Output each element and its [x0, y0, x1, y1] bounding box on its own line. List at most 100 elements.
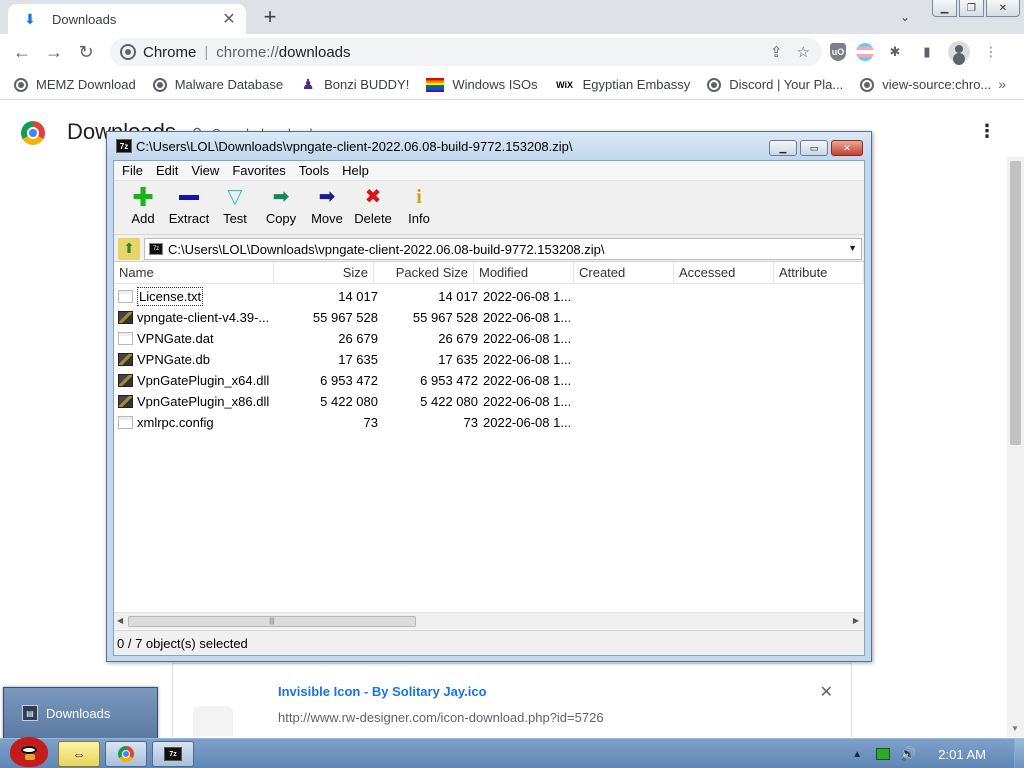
- bookmark-memz[interactable]: MEMZ Download: [14, 77, 136, 92]
- browser-toolbar: ← → ↻ Chrome | chrome://downloads ⇪ ☆ uO…: [0, 34, 1024, 70]
- extract-button[interactable]: Extract: [166, 181, 212, 233]
- 7zip-close-button[interactable]: ✕: [831, 140, 863, 156]
- bookmarks-bar: MEMZ Download Malware Database ♟ Bonzi BU…: [0, 70, 1024, 100]
- taskbar-7zip-button[interactable]: 7z: [152, 741, 194, 767]
- close-window-button[interactable]: ✕: [986, 0, 1020, 17]
- profile-avatar-icon[interactable]: [948, 41, 970, 63]
- bookmark-egyptian-embassy[interactable]: WiX Egyptian Embassy: [555, 77, 691, 93]
- table-row[interactable]: VPNGate.db 17 635 17 635 2022-06-08 1...: [114, 349, 864, 370]
- menu-edit[interactable]: Edit: [156, 163, 178, 178]
- share-icon[interactable]: ⇪: [770, 43, 783, 61]
- table-row[interactable]: xmlrpc.config 73 73 2022-06-08 1...: [114, 412, 864, 433]
- text-file-icon: [118, 332, 133, 345]
- chevron-down-icon[interactable]: ▼: [848, 243, 857, 253]
- taskbar-explorer-button[interactable]: ⇔: [58, 741, 100, 767]
- reload-icon[interactable]: ↻: [74, 40, 98, 64]
- scroll-left-icon[interactable]: ◀: [117, 616, 123, 625]
- bookmark-label: MEMZ Download: [36, 77, 136, 92]
- menu-favorites[interactable]: Favorites: [232, 163, 285, 178]
- folder-up-icon[interactable]: ⬆: [118, 237, 140, 260]
- restore-button[interactable]: ❐: [959, 0, 984, 17]
- omnibox[interactable]: Chrome | chrome://downloads ⇪ ☆: [110, 38, 822, 66]
- page-scrollbar[interactable]: ▼: [1007, 157, 1024, 737]
- 7zip-titlebar[interactable]: 7z C:\Users\LOL\Downloads\vpngate-client…: [107, 132, 871, 160]
- binary-file-icon: [118, 374, 133, 387]
- taskbar-preview[interactable]: ▤ Downloads: [3, 687, 158, 739]
- table-row[interactable]: VpnGatePlugin_x86.dll 5 422 080 5 422 08…: [114, 391, 864, 412]
- bookmark-bonzi[interactable]: ♟ Bonzi BUDDY!: [300, 76, 410, 93]
- side-panel-icon[interactable]: ▮: [916, 40, 938, 64]
- clock[interactable]: 2:01 AM: [938, 747, 986, 762]
- bookmark-label: Bonzi BUDDY!: [324, 77, 410, 92]
- menu-help[interactable]: Help: [342, 163, 369, 178]
- bookmark-windows-isos[interactable]: Windows ISOs: [426, 77, 538, 92]
- globe-icon: [860, 77, 875, 92]
- 7zip-window: 7z C:\Users\LOL\Downloads\vpngate-client…: [106, 131, 872, 662]
- start-button[interactable]: [6, 737, 48, 768]
- file-modified: 2022-06-08 1...: [483, 373, 572, 388]
- taskbar-chrome-button[interactable]: [105, 741, 147, 767]
- file-name: xmlrpc.config: [137, 415, 214, 430]
- info-button[interactable]: i Info: [396, 181, 442, 233]
- bookmark-view-source[interactable]: view-source:chro...: [860, 77, 991, 92]
- delete-button[interactable]: ✖ Delete: [350, 181, 396, 233]
- remove-download-icon[interactable]: ✕: [820, 682, 833, 702]
- 7zip-maximize-button[interactable]: ▭: [800, 140, 828, 156]
- column-size[interactable]: Size: [274, 262, 374, 284]
- horizontal-scrollbar[interactable]: ◀ ||| ▶: [114, 612, 864, 629]
- table-row[interactable]: vpngate-client-v4.39-... 55 967 528 55 9…: [114, 307, 864, 328]
- menu-file[interactable]: File: [122, 163, 143, 178]
- downloads-menu-icon[interactable]: ⋮: [978, 121, 996, 142]
- volume-icon[interactable]: 🔊: [900, 746, 916, 762]
- check-icon: ▽: [227, 186, 243, 208]
- file-size: 73: [363, 415, 378, 430]
- menu-view[interactable]: View: [191, 163, 219, 178]
- column-packed-size[interactable]: Packed Size: [374, 262, 474, 284]
- puzzle-extensions-icon[interactable]: ✱: [884, 40, 906, 64]
- scrollbar-thumb[interactable]: |||: [128, 616, 416, 627]
- add-button[interactable]: ✚ Add: [120, 181, 166, 233]
- bookmark-malware-database[interactable]: Malware Database: [152, 77, 283, 92]
- bookmarks-overflow-button[interactable]: »: [998, 76, 1006, 92]
- file-size: 14 017: [338, 289, 378, 304]
- kebab-menu-icon[interactable]: ⋮: [980, 40, 1002, 64]
- tab-downloads[interactable]: ⬇ Downloads ✕: [8, 4, 246, 34]
- scroll-right-icon[interactable]: ▶: [853, 616, 859, 625]
- row-name: License.txt: [118, 286, 278, 307]
- network-icon[interactable]: [876, 748, 891, 760]
- 7zip-minimize-button[interactable]: ▁: [769, 140, 797, 156]
- table-row[interactable]: License.txt 14 017 14 017 2022-06-08 1..…: [114, 286, 864, 307]
- column-accessed[interactable]: Accessed: [674, 262, 774, 284]
- menu-tools[interactable]: Tools: [299, 163, 329, 178]
- copy-button[interactable]: ➡ Copy: [258, 181, 304, 233]
- back-icon[interactable]: ←: [10, 40, 34, 64]
- ublock-icon[interactable]: uO: [830, 43, 846, 61]
- move-button[interactable]: ➡ Move: [304, 181, 350, 233]
- bookmark-label: Egyptian Embassy: [582, 77, 691, 92]
- column-modified[interactable]: Modified: [474, 262, 574, 284]
- row-name: VpnGatePlugin_x86.dll: [118, 391, 278, 412]
- omnibox-url[interactable]: chrome://downloads: [216, 44, 350, 61]
- table-row[interactable]: VPNGate.dat 26 679 26 679 2022-06-08 1..…: [114, 328, 864, 349]
- scroll-down-icon[interactable]: ▼: [1011, 724, 1019, 733]
- column-attributes[interactable]: Attribute: [774, 262, 864, 284]
- test-button[interactable]: ▽ Test: [212, 181, 258, 233]
- table-row[interactable]: VpnGatePlugin_x64.dll 6 953 472 6 953 47…: [114, 370, 864, 391]
- bookmark-star-icon[interactable]: ☆: [797, 43, 810, 61]
- tray-expand-icon[interactable]: ▲: [852, 749, 862, 760]
- download-file-name[interactable]: Invisible Icon - By Solitary Jay.ico: [278, 684, 487, 699]
- tab-search-icon[interactable]: ⌄: [894, 6, 916, 28]
- new-tab-button[interactable]: +: [258, 4, 282, 29]
- bookmark-discord[interactable]: Discord | Your Pla...: [707, 77, 843, 92]
- column-name[interactable]: Name: [114, 262, 274, 284]
- explorer-icon: ⇔: [72, 746, 86, 762]
- file-size: 17 635: [338, 352, 378, 367]
- scrollbar-thumb[interactable]: [1010, 161, 1021, 445]
- minimize-button[interactable]: ▁: [932, 0, 957, 17]
- path-combobox[interactable]: 7z C:\Users\LOL\Downloads\vpngate-client…: [144, 238, 862, 260]
- tab-close-icon[interactable]: ✕: [220, 10, 238, 28]
- forward-icon[interactable]: →: [42, 40, 66, 64]
- column-created[interactable]: Created: [574, 262, 674, 284]
- trans-flag-extension-icon[interactable]: [856, 43, 874, 61]
- show-desktop-button[interactable]: [1014, 739, 1024, 768]
